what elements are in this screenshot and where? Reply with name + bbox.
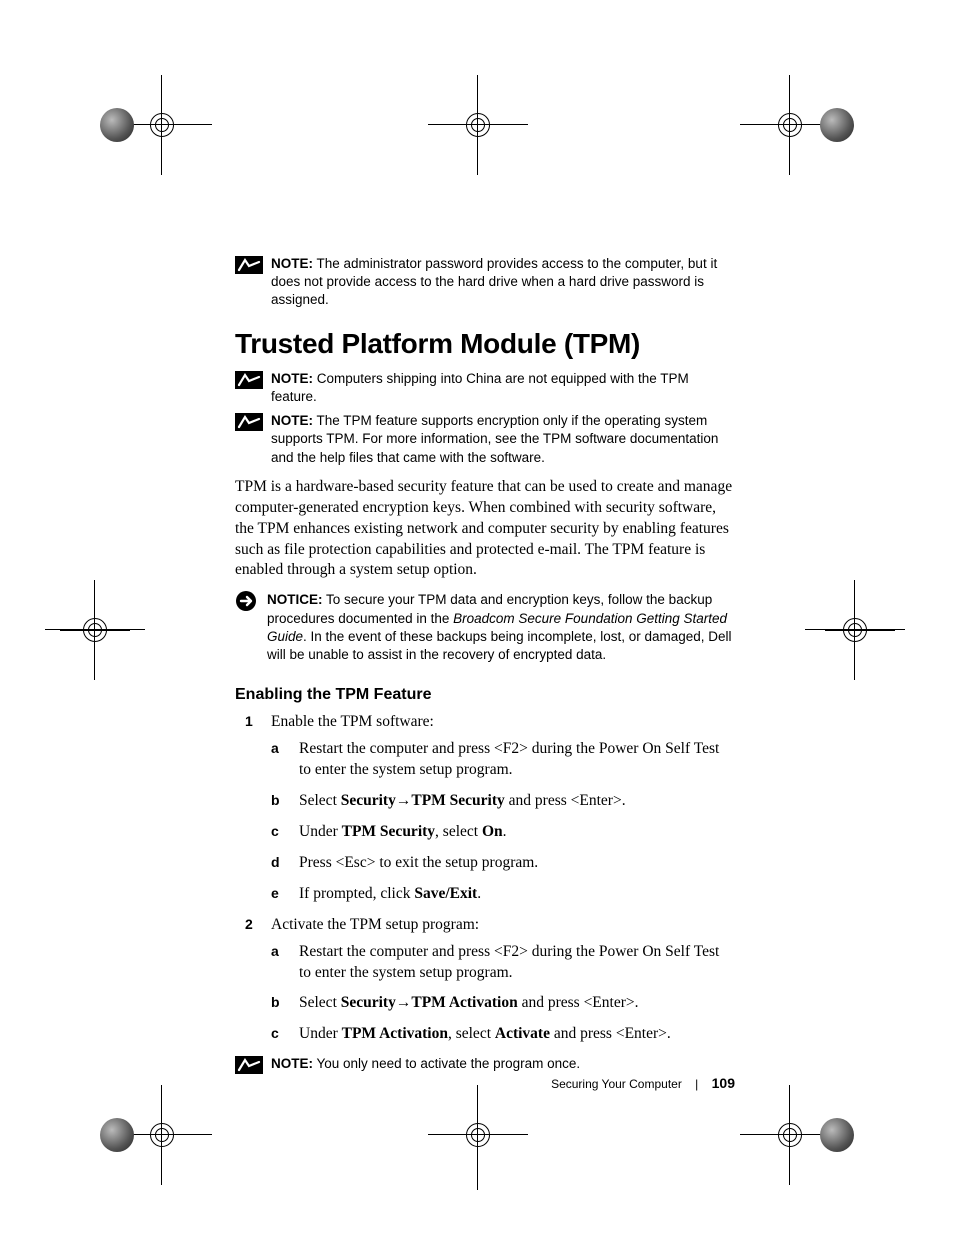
- sphere-icon: [100, 1118, 134, 1152]
- note-os-support: NOTE: The TPM feature supports encryptio…: [235, 412, 735, 467]
- note-icon: [235, 371, 263, 389]
- note-text: NOTE: The administrator password provide…: [271, 255, 735, 310]
- subheading-enabling: Enabling the TPM Feature: [235, 686, 735, 704]
- step-2c: Under TPM Activation, select Activate an…: [271, 1024, 735, 1045]
- registration-mark-icon: [760, 95, 820, 155]
- sphere-icon: [820, 108, 854, 142]
- registration-mark-icon: [132, 95, 192, 155]
- note-text: NOTE: Computers shipping into China are …: [271, 370, 735, 406]
- heading-tpm: Trusted Platform Module (TPM): [235, 328, 735, 360]
- footer-section: Securing Your Computer: [551, 1077, 682, 1091]
- page-footer: Securing Your Computer | 109: [235, 1075, 735, 1091]
- step-1e: If prompted, click Save/Exit.: [271, 884, 735, 905]
- step-2b: Select Security→TPM Activation and press…: [271, 993, 735, 1014]
- registration-mark-icon: [448, 95, 508, 155]
- notice-icon: [235, 590, 257, 612]
- step-1: Enable the TPM software: Restart the com…: [235, 712, 735, 904]
- note-icon: [235, 413, 263, 431]
- note-text: NOTE: You only need to activate the prog…: [271, 1055, 735, 1073]
- sphere-icon: [100, 108, 134, 142]
- registration-mark-icon: [65, 600, 125, 660]
- step-1d: Press <Esc> to exit the setup program.: [271, 853, 735, 874]
- step-1a: Restart the computer and press <F2> duri…: [271, 739, 735, 781]
- note-china: NOTE: Computers shipping into China are …: [235, 370, 735, 406]
- note-admin-password: NOTE: The administrator password provide…: [235, 255, 735, 310]
- registration-mark-icon: [760, 1105, 820, 1165]
- step-2: Activate the TPM setup program: Restart …: [235, 915, 735, 1046]
- note-icon: [235, 1056, 263, 1074]
- note-activate-once: NOTE: You only need to activate the prog…: [235, 1055, 735, 1074]
- note-text: NOTE: The TPM feature supports encryptio…: [271, 412, 735, 467]
- page-content: NOTE: The administrator password provide…: [235, 255, 735, 1080]
- note-icon: [235, 256, 263, 274]
- step-1b: Select Security→TPM Security and press <…: [271, 791, 735, 812]
- registration-mark-icon: [825, 600, 885, 660]
- registration-mark-icon: [448, 1105, 508, 1165]
- step-2a: Restart the computer and press <F2> duri…: [271, 942, 735, 984]
- step-1c: Under TPM Security, select On.: [271, 822, 735, 843]
- notice-text: NOTICE: To secure your TPM data and encr…: [267, 591, 735, 664]
- notice-backup: NOTICE: To secure your TPM data and encr…: [235, 591, 735, 664]
- footer-page-number: 109: [712, 1075, 735, 1091]
- footer-separator: |: [695, 1077, 698, 1091]
- steps-list: Enable the TPM software: Restart the com…: [235, 712, 735, 1045]
- body-paragraph: TPM is a hardware-based security feature…: [235, 477, 735, 582]
- sphere-icon: [820, 1118, 854, 1152]
- registration-mark-icon: [132, 1105, 192, 1165]
